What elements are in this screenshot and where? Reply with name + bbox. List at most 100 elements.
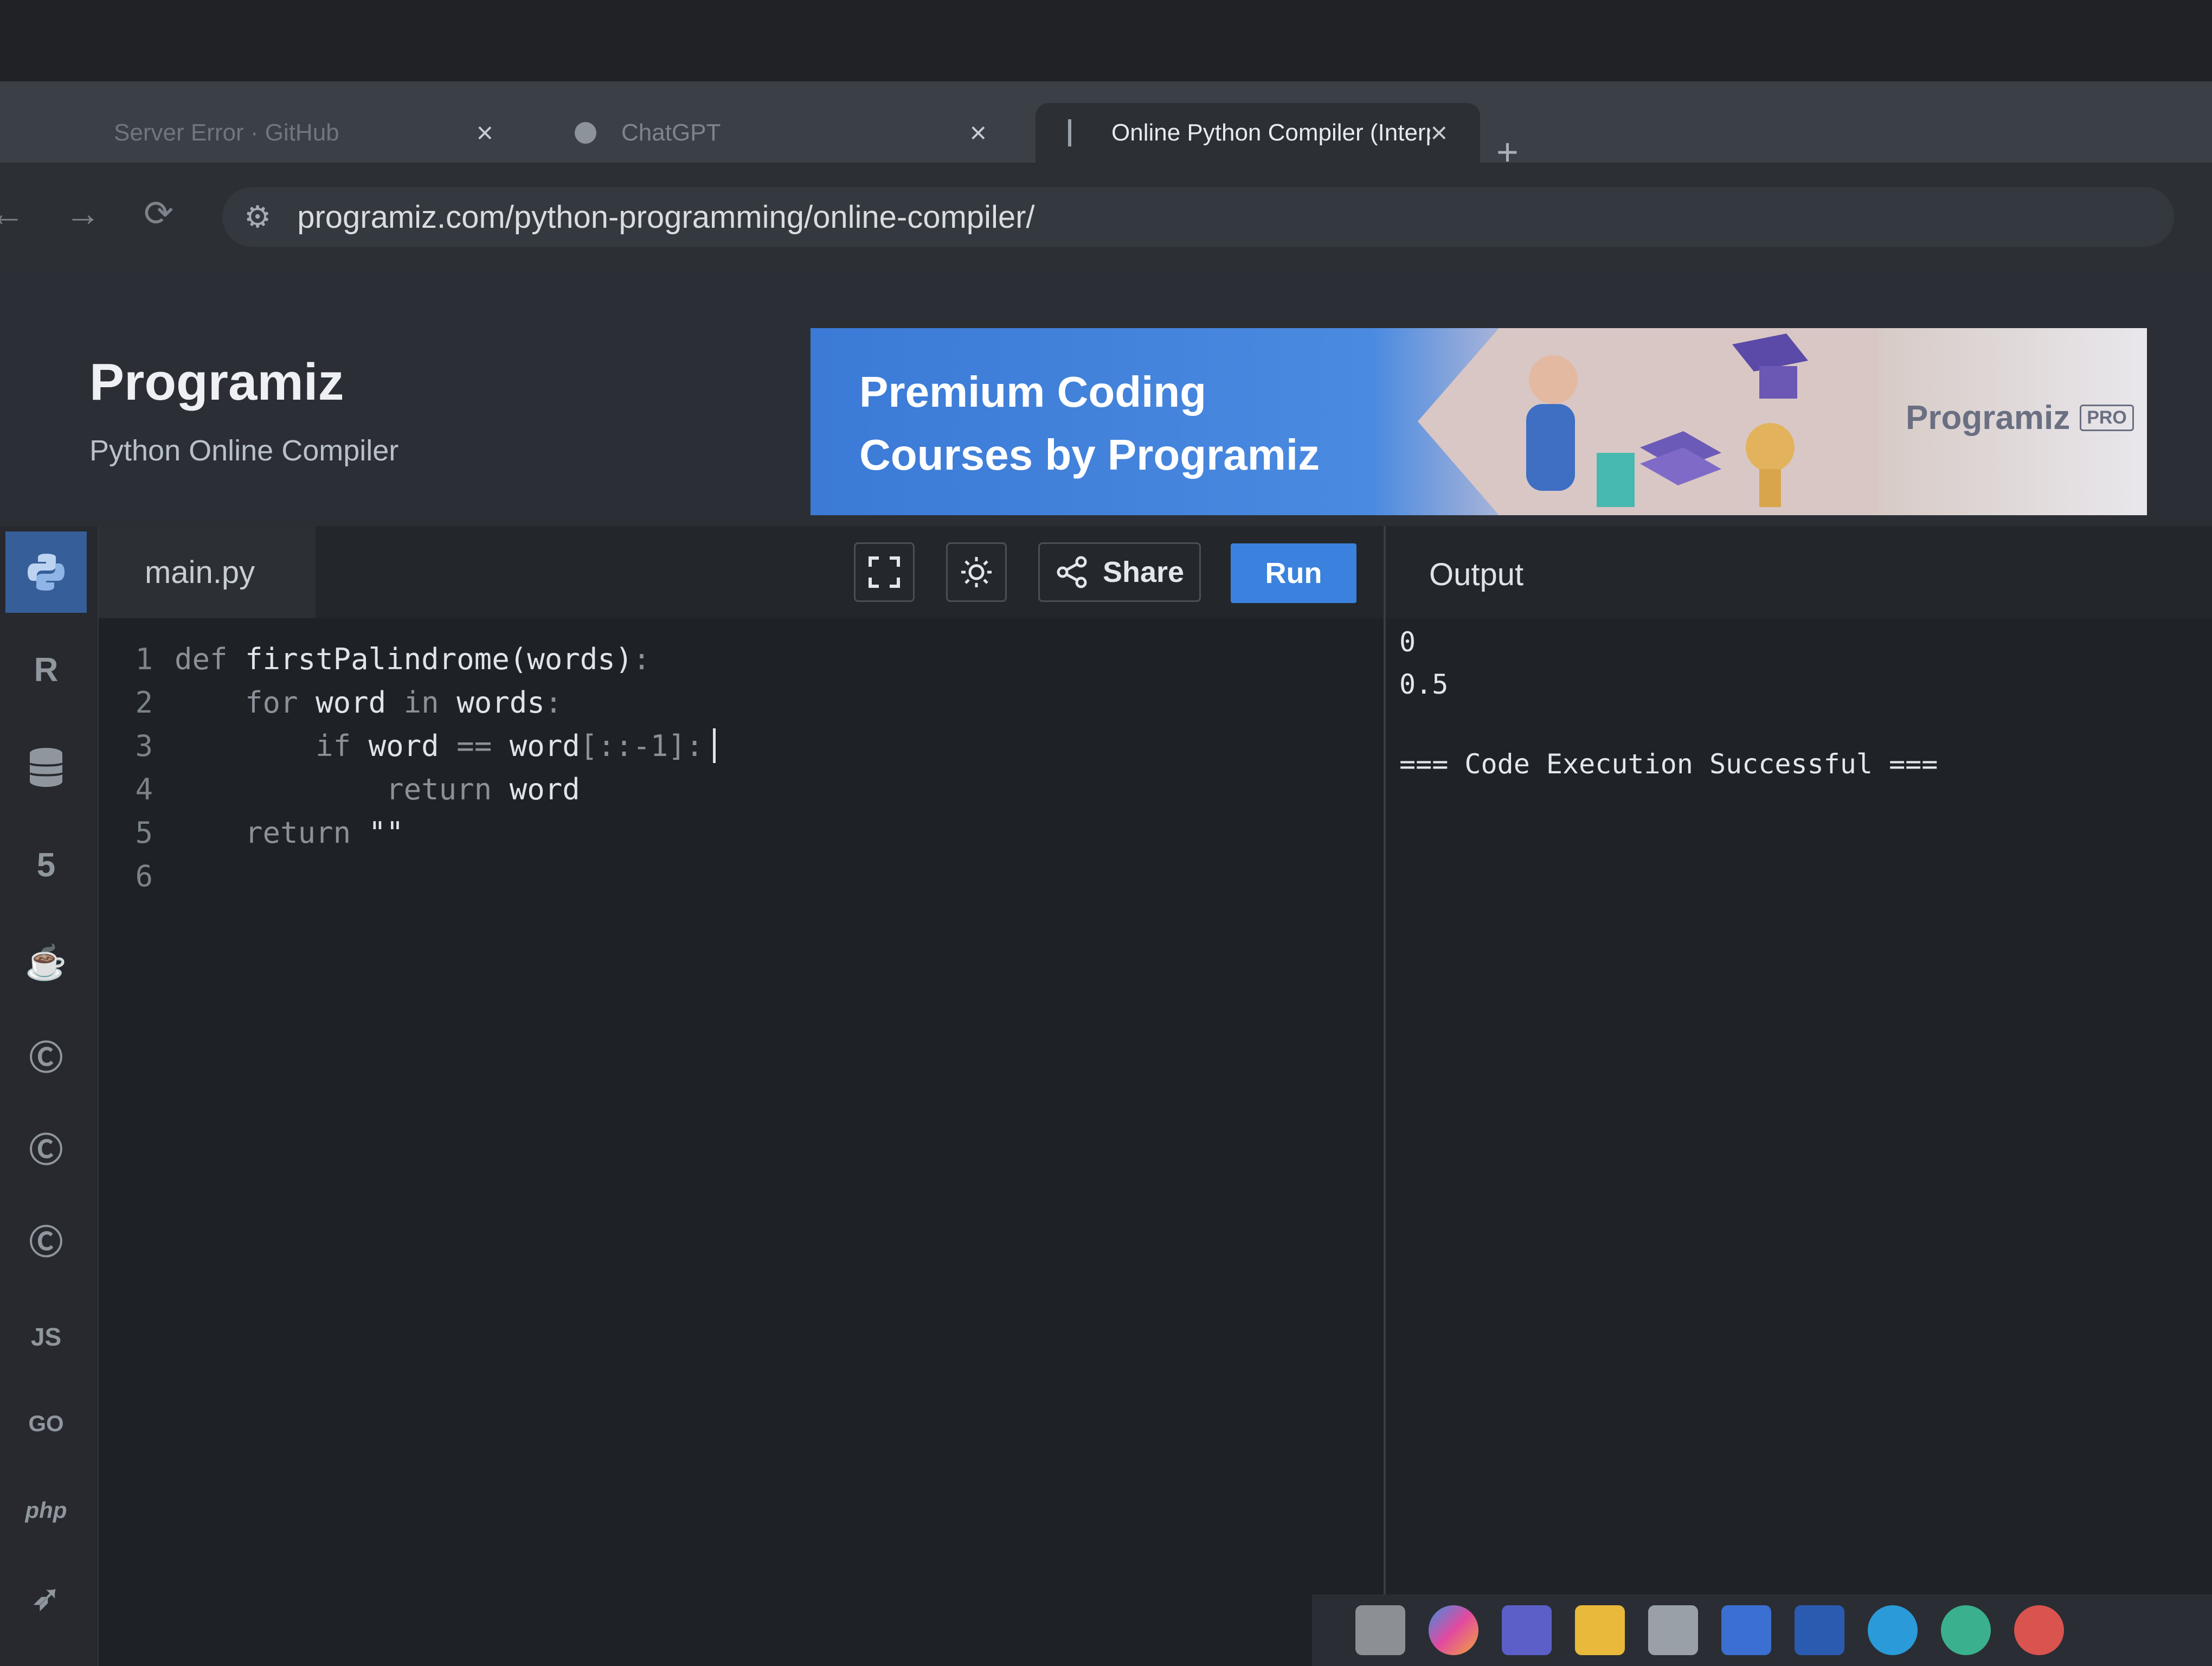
ad-title: Premium Coding Courses by Programiz [859,361,1374,486]
code-editor[interactable]: 1 def firstPalindrome(words): 2 for word… [99,618,1384,1666]
line-number: 5 [135,815,153,850]
ad-title-line2: Courses by Programiz [859,431,1320,479]
python-icon [28,554,65,591]
output-header: Output [1386,526,2212,619]
file-tab-main-py[interactable]: main.py [99,526,316,618]
teams-icon[interactable] [1502,1605,1552,1655]
output-panel: 0 0.5 === Code Execution Successful === [1386,618,2212,1666]
browser-tab-bar: Server Error · GitHub × ChatGPT × Online… [0,81,2212,163]
programiz-favicon-icon [1068,119,1081,146]
code-text: for word in words: [175,685,563,720]
site-header: Programiz Python Online Compiler Premium… [0,271,2212,526]
share-button[interactable]: Share [1038,542,1201,602]
code-line: 5 return "" [99,811,404,854]
sidebar-item-python[interactable] [5,531,87,613]
browser-tab-chatgpt[interactable]: ChatGPT × [542,103,1019,163]
code-text: return word [175,772,580,806]
database-icon [29,748,63,787]
html5-icon: 5 [36,846,56,884]
os-taskbar [1312,1594,2212,1666]
code-text: if word == word[::-1]: [175,728,704,763]
code-line: 1 def firstPalindrome(words): [99,637,651,681]
fullscreen-button[interactable] [854,542,915,602]
sidebar-item-java[interactable]: ☕ [5,922,87,1003]
text-cursor [713,728,716,763]
page-subtitle: Python Online Compiler [89,434,399,467]
output-line: 0 [1399,626,1416,658]
programiz-logo[interactable]: Programiz [89,353,344,412]
close-icon[interactable]: × [1430,116,1448,150]
close-icon[interactable]: × [476,116,493,150]
php-icon: php [25,1497,67,1523]
ad-title-line1: Premium Coding [859,368,1207,416]
java-icon: ☕ [25,944,67,982]
pro-badge: PRO [2080,405,2134,431]
go-icon: GO [28,1411,64,1436]
c-icon: Ⓒ [29,1040,63,1077]
tab-title: Server Error · GitHub [114,119,339,146]
sidebar-item-php[interactable]: php [5,1470,87,1551]
sidebar-item-sql[interactable] [5,727,87,808]
code-line: 6 [99,854,175,898]
sidebar-item-html[interactable]: 5 [5,824,87,906]
line-number: 6 [135,858,153,893]
forward-arrow-icon[interactable]: → [65,193,101,234]
edge-dev-icon[interactable] [1941,1605,1991,1655]
chrome-icon[interactable] [2014,1605,2064,1655]
csharp-icon: Ⓒ [29,1224,63,1261]
share-icon [1057,556,1087,588]
swift-icon: ➶ [32,1579,60,1617]
browser-tab-github[interactable]: Server Error · GitHub × [81,103,526,163]
r-icon: R [34,651,59,689]
url-text: programiz.com/python-programming/online-… [297,199,1035,235]
back-arrow-icon[interactable]: ← [0,193,25,234]
output-line: === Code Execution Successful === [1399,748,1938,780]
line-number: 4 [135,772,153,806]
line-number: 1 [135,642,153,676]
word-icon[interactable] [1795,1605,1844,1655]
code-line: 4 return word [99,767,580,811]
file-explorer-icon[interactable] [1355,1605,1405,1655]
edge-icon[interactable] [1868,1605,1918,1655]
output-line: 0.5 [1399,669,1449,700]
fullscreen-icon [869,556,900,588]
theme-toggle-button[interactable] [946,542,1007,602]
ad-brand-name: Programiz [1906,399,2070,437]
ad-illustration [1418,328,1879,515]
cpp-icon: Ⓒ [29,1132,63,1169]
sidebar-item-cpp[interactable]: Ⓒ [5,1106,87,1188]
code-text: def firstPalindrome(words): [175,642,651,676]
reload-icon[interactable]: ⟳ [144,193,173,234]
js-icon: JS [30,1323,62,1351]
share-label: Share [1102,556,1185,588]
chatgpt-icon [575,122,596,144]
tab-title: ChatGPT [621,119,721,146]
address-bar: ← → ⟳ ⚙ programiz.com/python-programming… [0,163,2212,271]
app-l-icon[interactable] [1721,1605,1771,1655]
code-text: return "" [175,815,404,850]
tab-title: Online Python Compiler (Interp [1111,119,1431,146]
ad-brand: Programiz PRO [1906,399,2134,437]
editor-toolbar: main.py Share Run [99,526,1384,619]
browser-tab-programiz[interactable]: Online Python Compiler (Interp × [1036,103,1480,163]
sidebar-item-r[interactable]: R [5,629,87,710]
url-field[interactable]: ⚙ programiz.com/python-programming/onlin… [222,187,2174,247]
site-settings-icon[interactable]: ⚙ [244,199,271,235]
sidebar-item-js[interactable]: JS [5,1296,87,1377]
language-sidebar: R 5 ☕ Ⓒ Ⓒ Ⓒ JS GO php ➶ [0,526,99,1666]
close-icon[interactable]: × [969,116,987,150]
sidebar-item-go[interactable]: GO [5,1383,87,1464]
run-button[interactable]: Run [1231,543,1356,603]
sidebar-item-swift[interactable]: ➶ [5,1556,87,1638]
sun-icon [961,557,992,587]
store-icon[interactable] [1648,1605,1698,1655]
sidebar-item-csharp[interactable]: Ⓒ [5,1199,87,1280]
folder-icon[interactable] [1575,1605,1625,1655]
code-line: 3 if word == word[::-1]: [99,724,716,767]
output-title: Output [1429,557,1524,592]
course-ad-banner[interactable]: Premium Coding Courses by Programiz Prog… [811,328,2147,515]
copilot-icon[interactable] [1429,1605,1478,1655]
sidebar-item-c[interactable]: Ⓒ [5,1014,87,1095]
code-line: 2 for word in words: [99,681,562,724]
line-number: 2 [135,685,153,720]
